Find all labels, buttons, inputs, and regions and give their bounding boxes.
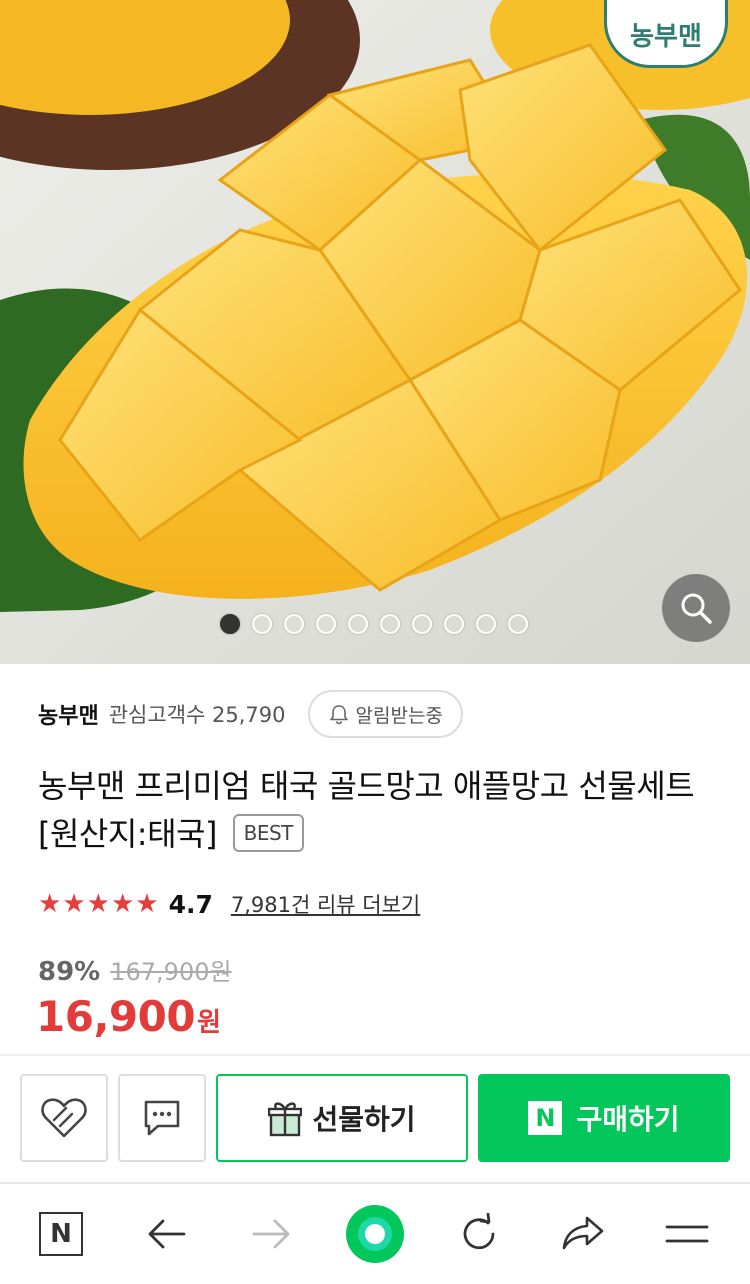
seller-name[interactable]: 농부맨 [38, 698, 99, 730]
notification-toggle-button[interactable]: 알림받는중 [307, 690, 463, 738]
star-icon: ★ [86, 889, 110, 919]
carousel-dot-3[interactable] [284, 614, 304, 634]
sale-price: 16,900 [36, 992, 196, 1041]
buy-button-label: 구매하기 [576, 1103, 680, 1136]
back-icon [148, 1219, 186, 1249]
notification-label: 알림받는중 [355, 704, 443, 727]
menu-button[interactable] [652, 1184, 722, 1284]
carousel-dot-5[interactable] [348, 614, 368, 634]
refresh-button[interactable] [444, 1184, 514, 1284]
seller-row: 농부맨 관심고객수 25,790 알림받는중 [38, 688, 463, 740]
carousel-dot-10[interactable] [508, 614, 528, 634]
sale-price-row: 16,900 원 [36, 992, 221, 1041]
refresh-icon [463, 1213, 495, 1250]
divider [0, 1054, 750, 1056]
star-icon: ★ [62, 889, 86, 919]
carousel-dot-4[interactable] [316, 614, 336, 634]
browser-bottom-bar: N [0, 1182, 750, 1282]
zoom-button[interactable] [662, 574, 730, 642]
carousel-dot-2[interactable] [252, 614, 272, 634]
carousel-dot-8[interactable] [444, 614, 464, 634]
carousel-dot-6[interactable] [380, 614, 400, 634]
naver-home-button[interactable]: N [26, 1184, 96, 1284]
currency-unit: 원 [197, 1008, 221, 1038]
talk-talk-button[interactable] [118, 1074, 206, 1162]
product-image-carousel[interactable]: 농부맨 [0, 0, 750, 664]
talk-icon [144, 1100, 180, 1136]
share-button[interactable] [548, 1184, 618, 1284]
carousel-dot-7[interactable] [412, 614, 432, 634]
gift-button-label: 선물하기 [312, 1103, 416, 1136]
discount-rate: 89% [38, 957, 101, 987]
discount-row: 89% 167,900원 [38, 952, 232, 987]
zoom-icon [681, 593, 712, 624]
review-link[interactable]: 7,981건 리뷰 더보기 [231, 889, 420, 919]
npay-logo: N [528, 1101, 563, 1135]
star-icon: ★ [110, 889, 135, 919]
gift-icon [268, 1102, 303, 1137]
original-price: 167,900원 [110, 958, 232, 986]
buy-button[interactable]: N 구매하기 [478, 1074, 730, 1162]
bell-icon [329, 705, 348, 725]
rating-row: ★ ★ ★ ★ ★ 4.7 7,981건 리뷰 더보기 [38, 884, 420, 924]
gift-button[interactable]: 선물하기 [216, 1074, 468, 1162]
naver-home-icon: N [39, 1212, 83, 1256]
star-icon: ★ [135, 889, 159, 919]
forward-button[interactable] [236, 1184, 306, 1284]
brand-logo-text: 농부맨 [630, 22, 702, 52]
star-icon: ★ [38, 889, 62, 919]
carousel-indicator [220, 614, 528, 634]
back-button[interactable] [132, 1184, 202, 1284]
best-badge: BEST [232, 814, 304, 852]
forward-icon [252, 1219, 290, 1249]
rating-score: 4.7 [168, 889, 213, 919]
product-title: 농부맨 프리미엄 태국 골드망고 애플망고 선물세트 [원산지:태국] [38, 767, 695, 853]
wishlist-button[interactable] [20, 1074, 108, 1162]
green-dot-button[interactable] [340, 1184, 410, 1284]
fan-count: 관심고객수 25,790 [108, 703, 286, 727]
star-rating: ★ ★ ★ ★ ★ [38, 891, 159, 917]
green-dot-icon [346, 1205, 404, 1263]
brand-logo-badge: 농부맨 [604, 0, 728, 68]
naver-home-mark: N [50, 1219, 72, 1249]
product-photo [0, 0, 750, 664]
carousel-dot-1[interactable] [220, 614, 240, 634]
carousel-dot-9[interactable] [476, 614, 496, 634]
share-icon [562, 1216, 604, 1250]
product-title-block: 농부맨 프리미엄 태국 골드망고 애플망고 선물세트 [원산지:태국] BEST [38, 762, 728, 858]
heart-icon [41, 1098, 87, 1138]
menu-icon [665, 1225, 709, 1243]
